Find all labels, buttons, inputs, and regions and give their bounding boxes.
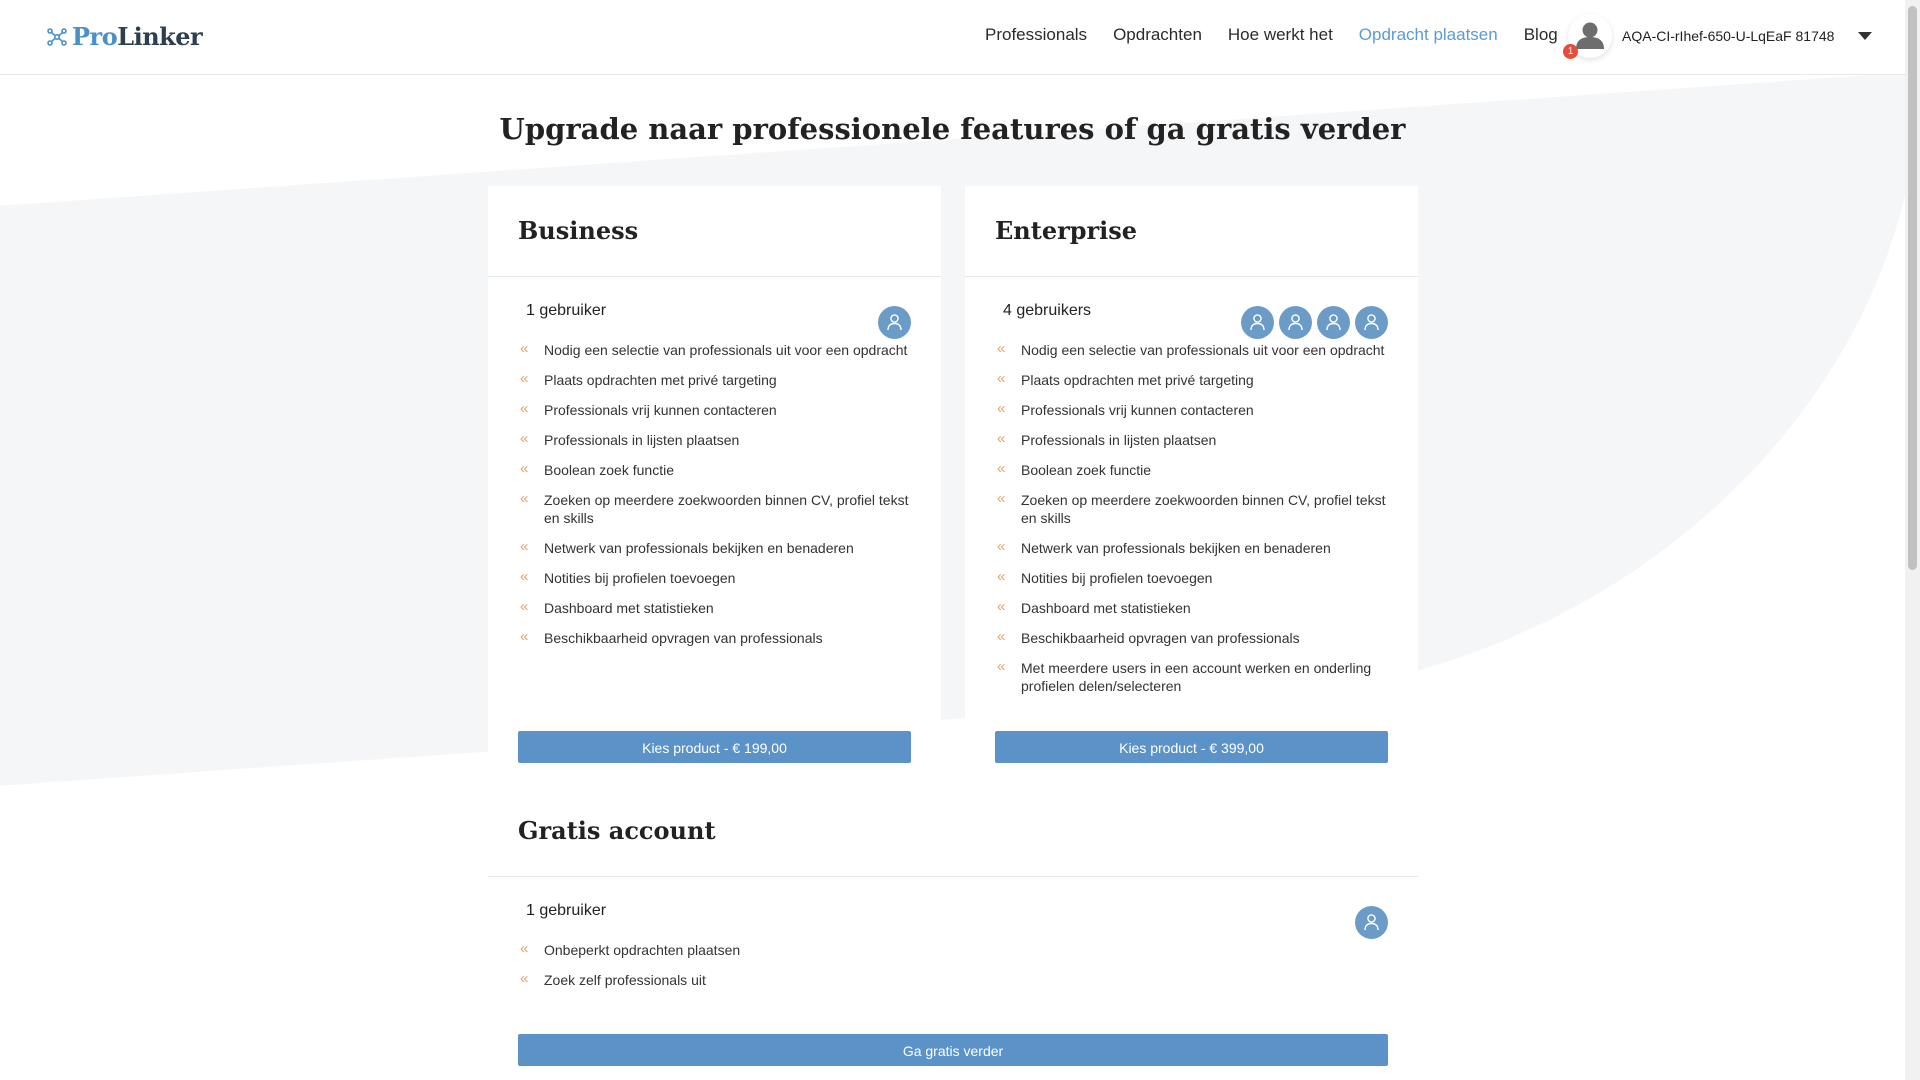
logo-text: ProLinker xyxy=(72,22,203,51)
continue-free-button[interactable]: Ga gratis verder xyxy=(518,1034,1388,1066)
user-icon xyxy=(1317,306,1350,339)
feature-item: «Beschikbaarheid opvragen van profession… xyxy=(997,628,1300,646)
choose-enterprise-button[interactable]: Kies product - € 399,00 xyxy=(995,731,1388,763)
logo-icon xyxy=(46,26,68,48)
feature-item: «Onbeperkt opdrachten plaatsen xyxy=(520,940,741,958)
double-chevron-left-icon: « xyxy=(997,340,1006,357)
feature-item: «Professionals vrij kunnen contacteren xyxy=(520,400,777,418)
double-chevron-left-icon: « xyxy=(997,400,1006,417)
user-icons xyxy=(878,306,911,339)
users-label: 1 gebruiker xyxy=(526,302,607,319)
nav-opdrachten[interactable]: Opdrachten xyxy=(1113,25,1202,45)
notification-badge: 1 xyxy=(1563,44,1578,59)
choose-business-button[interactable]: Kies product - € 199,00 xyxy=(518,731,911,763)
plan-card-free: Gratis account 1 gebruiker «Onbeperkt op… xyxy=(488,786,1418,1080)
plan-card-enterprise: Enterprise 4 gebruikers «Nodig een selec… xyxy=(965,186,1418,776)
double-chevron-left-icon: « xyxy=(520,400,529,417)
nav-blog[interactable]: Blog xyxy=(1524,25,1558,45)
feature-item: «Zoeken op meerdere zoekwoorden binnen C… xyxy=(520,490,909,526)
plan-users-row: 1 gebruiker xyxy=(488,277,941,341)
double-chevron-left-icon: « xyxy=(997,460,1006,477)
feature-list: «Onbeperkt opdrachten plaatsen «Zoek zel… xyxy=(488,940,1418,989)
plan-users-row: 4 gebruikers xyxy=(965,277,1418,341)
feature-item: «Netwerk van professionals bekijken en b… xyxy=(997,538,1331,556)
feature-item: «Dashboard met statistieken xyxy=(520,598,714,616)
feature-item: «Zoek zelf professionals uit xyxy=(520,970,706,988)
feature-item: «Nodig een selectie van professionals ui… xyxy=(997,340,1385,358)
double-chevron-left-icon: « xyxy=(997,628,1006,645)
page-title: Upgrade naar professionele features of g… xyxy=(499,112,1406,146)
feature-list: «Nodig een selectie van professionals ui… xyxy=(488,340,941,647)
plan-card-business: Business 1 gebruiker «Nodig een selectie… xyxy=(488,186,941,776)
users-label: 4 gebruikers xyxy=(1003,302,1092,319)
feature-item: «Met meerdere users in een account werke… xyxy=(997,658,1372,694)
scrollbar[interactable] xyxy=(1905,0,1920,1080)
feature-item: «Notities bij profielen toevoegen xyxy=(997,568,1213,586)
plan-card-header: Business xyxy=(488,186,941,277)
double-chevron-left-icon: « xyxy=(520,598,529,615)
site-header: ProLinker Professionals Opdrachten Hoe w… xyxy=(0,0,1905,75)
feature-item: «Professionals in lijsten plaatsen xyxy=(520,430,740,448)
nav-professionals[interactable]: Professionals xyxy=(985,25,1087,45)
feature-item: «Zoeken op meerdere zoekwoorden binnen C… xyxy=(997,490,1386,526)
double-chevron-left-icon: « xyxy=(997,538,1006,555)
caret-down-icon[interactable] xyxy=(1858,32,1873,40)
double-chevron-left-icon: « xyxy=(520,538,529,555)
nav-opdracht-plaatsen[interactable]: Opdracht plaatsen xyxy=(1359,25,1498,45)
feature-item: «Netwerk van professionals bekijken en b… xyxy=(520,538,854,556)
plan-name: Business xyxy=(518,216,639,245)
username: AQA-CI-rIhef-650-U-LqEaF 81748 xyxy=(1622,28,1835,44)
user-icon xyxy=(1355,906,1388,939)
double-chevron-left-icon: « xyxy=(997,568,1006,585)
plan-name: Enterprise xyxy=(995,216,1138,245)
user-icons xyxy=(1241,306,1388,339)
plan-card-header: Enterprise xyxy=(965,186,1418,277)
feature-item: «Professionals vrij kunnen contacteren xyxy=(997,400,1254,418)
double-chevron-left-icon: « xyxy=(520,940,529,957)
double-chevron-left-icon: « xyxy=(997,430,1006,447)
feature-item: «Professionals in lijsten plaatsen xyxy=(997,430,1217,448)
user-menu[interactable]: 1 AQA-CI-rIhef-650-U-LqEaF 81748 xyxy=(1563,14,1873,59)
feature-item: «Nodig een selectie van professionals ui… xyxy=(520,340,908,358)
feature-item: «Dashboard met statistieken xyxy=(997,598,1191,616)
logo[interactable]: ProLinker xyxy=(46,22,203,51)
double-chevron-left-icon: « xyxy=(520,970,529,987)
main-nav: Professionals Opdrachten Hoe werkt het O… xyxy=(985,25,1558,45)
double-chevron-left-icon: « xyxy=(520,568,529,585)
feature-item: «Boolean zoek functie xyxy=(997,460,1151,478)
double-chevron-left-icon: « xyxy=(997,598,1006,615)
double-chevron-left-icon: « xyxy=(520,490,529,507)
double-chevron-left-icon: « xyxy=(520,460,529,477)
double-chevron-left-icon: « xyxy=(520,340,529,357)
feature-item: «Beschikbaarheid opvragen van profession… xyxy=(520,628,823,646)
user-icon xyxy=(1355,306,1388,339)
scrollbar-thumb[interactable] xyxy=(1908,6,1917,570)
user-icon xyxy=(1241,306,1274,339)
plan-card-header: Gratis account xyxy=(488,786,1418,877)
double-chevron-left-icon: « xyxy=(997,370,1006,387)
users-label: 1 gebruiker xyxy=(526,902,607,919)
double-chevron-left-icon: « xyxy=(520,370,529,387)
double-chevron-left-icon: « xyxy=(520,628,529,645)
double-chevron-left-icon: « xyxy=(997,658,1006,675)
double-chevron-left-icon: « xyxy=(997,490,1006,507)
feature-item: «Notities bij profielen toevoegen xyxy=(520,568,736,586)
nav-hoe-werkt-het[interactable]: Hoe werkt het xyxy=(1228,25,1333,45)
user-icons xyxy=(1355,906,1388,939)
avatar[interactable]: 1 xyxy=(1563,14,1612,59)
feature-item: «Boolean zoek functie xyxy=(520,460,674,478)
double-chevron-left-icon: « xyxy=(520,430,529,447)
feature-list: «Nodig een selectie van professionals ui… xyxy=(965,340,1418,695)
user-icon xyxy=(878,306,911,339)
plan-name: Gratis account xyxy=(518,816,716,845)
plan-users-row: 1 gebruiker xyxy=(488,877,1418,941)
user-icon xyxy=(1279,306,1312,339)
feature-item: «Plaats opdrachten met privé targeting xyxy=(520,370,777,388)
feature-item: «Plaats opdrachten met privé targeting xyxy=(997,370,1254,388)
